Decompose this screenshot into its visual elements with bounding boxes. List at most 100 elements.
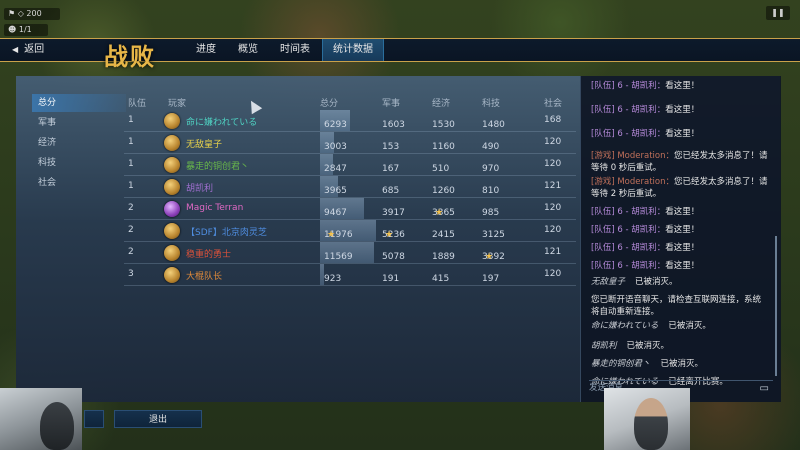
sidebar-item-tech[interactable]: 科技 bbox=[32, 154, 126, 172]
results-tabs: 进度 概览 时间表 统计数据 bbox=[186, 39, 386, 61]
star-icon: ★ bbox=[327, 230, 336, 240]
cell-team: 1 bbox=[128, 159, 134, 169]
population-counter: ☻ 1/1 bbox=[4, 24, 48, 36]
resource-value: 200 bbox=[26, 9, 42, 18]
table-row[interactable]: 2 【SDF】北京肉灵芝 11976 ★ 5236 ★ 2415 3125 120 bbox=[124, 220, 576, 242]
table-row[interactable]: 1 无敌皇子 3003 153 1160 490 120 bbox=[124, 132, 576, 154]
tab-statistics[interactable]: 统计数据 bbox=[322, 39, 384, 61]
chat-message-sender: [游戏] Moderation： bbox=[591, 177, 674, 187]
back-label: 返回 bbox=[24, 44, 45, 55]
cell-society: 120 bbox=[544, 137, 562, 147]
cell-society: 120 bbox=[544, 225, 562, 235]
cell-society: 121 bbox=[544, 247, 562, 257]
chat-message-text: 看这里！ bbox=[665, 207, 700, 217]
chat-message: [队伍] 6 - 胡凯利：看这里！ bbox=[591, 206, 769, 218]
cell-society: 120 bbox=[544, 203, 562, 213]
chat-message: [游戏] Moderation：您已经发太多消息了！请等待 0 秒后重试。 bbox=[591, 150, 769, 174]
cell-team: 2 bbox=[128, 203, 134, 213]
header-player[interactable]: 玩家 bbox=[168, 96, 186, 109]
table-row[interactable]: 3 大棍队长 923 191 415 197 120 bbox=[124, 264, 576, 286]
chat-message-sender: [队伍] 6 - 胡凯利： bbox=[591, 129, 666, 139]
chat-message-sender: [队伍] 6 - 胡凯利： bbox=[591, 207, 666, 217]
cell-team: 1 bbox=[128, 181, 134, 191]
table-row[interactable]: 2 Magic Terran 9467 3917 3365 ★ 985 120 bbox=[124, 198, 576, 220]
chat-panel: [队伍] 6 - 胡凯利：看这里！ [队伍] 6 - 胡凯利：看这里！ [队伍] 6… bbox=[580, 76, 781, 402]
chat-message-sender: [队伍] 6 - 胡凯利： bbox=[591, 261, 666, 271]
cell-player: 命に嫌われている bbox=[186, 118, 258, 128]
top-resource-bar: ⚑ ◇ 200 ☻ 1/1 ❚❚ bbox=[0, 0, 800, 38]
cell-society: 120 bbox=[544, 269, 562, 279]
chat-message: [队伍] 6 - 胡凯利：看这里！ bbox=[591, 260, 769, 272]
chat-message-text: 已被消灭。 bbox=[668, 321, 711, 331]
chat-message: [队伍] 6 - 胡凯利：看这里！ bbox=[591, 80, 769, 92]
cell-team: 1 bbox=[128, 137, 134, 147]
star-icon: ★ bbox=[385, 230, 394, 240]
tab-timeline[interactable]: 时间表 bbox=[270, 39, 320, 61]
chat-message-text: 看这里！ bbox=[665, 225, 700, 235]
chat-bubble-icon[interactable]: ▭ bbox=[760, 383, 769, 394]
table-row[interactable]: 1 暴走的铜创君丶 2847 167 510 970 120 bbox=[124, 154, 576, 176]
chat-message: 暴走的铜创君丶 已被消灭。 bbox=[591, 358, 769, 370]
star-icon: ★ bbox=[435, 208, 444, 218]
header-tech[interactable]: 科技 bbox=[482, 96, 500, 109]
chat-message: 无敌皇子 已被消灭。 bbox=[591, 276, 769, 288]
streamer-figure bbox=[40, 402, 74, 450]
rank-medal-icon bbox=[164, 245, 180, 261]
cell-team: 2 bbox=[128, 247, 134, 257]
header-society[interactable]: 社会 bbox=[544, 96, 562, 109]
chat-scrollbar[interactable] bbox=[775, 236, 777, 376]
chat-message-sender: 无敌皇子 bbox=[591, 277, 626, 287]
cell-player: Magic Terran bbox=[186, 203, 244, 213]
chat-message-sender: [队伍] 6 - 胡凯利： bbox=[591, 105, 666, 115]
table-row[interactable]: 1 命に嫌われている 6293 1603 1530 1480 168 bbox=[124, 110, 576, 132]
header-total[interactable]: 总分 bbox=[320, 96, 338, 109]
chat-message: [游戏] Moderation：您已经发太多消息了！请等待 2 秒后重试。 bbox=[591, 176, 769, 200]
header-economy[interactable]: 经济 bbox=[432, 96, 450, 109]
chat-message-text: 看这里！ bbox=[665, 81, 700, 91]
chat-message: [队伍] 6 - 胡凯利：看这里！ bbox=[591, 128, 769, 140]
chat-message-text: 看这里！ bbox=[665, 243, 700, 253]
chat-message-text: 看这里！ bbox=[665, 105, 700, 115]
chat-message: [队伍] 6 - 胡凯利：看这里！ bbox=[591, 224, 769, 236]
defeat-title: 战败 bbox=[104, 42, 156, 71]
rank-medal-icon bbox=[164, 179, 180, 195]
stats-category-sidebar: 总分 军事 经济 科技 社会 bbox=[32, 94, 126, 194]
resource-counter: ⚑ ◇ 200 bbox=[4, 8, 60, 20]
sidebar-item-society[interactable]: 社会 bbox=[32, 174, 126, 192]
chat-message: [队伍] 6 - 胡凯利：看这里！ bbox=[591, 242, 769, 254]
cell-society: 121 bbox=[544, 181, 562, 191]
back-button[interactable]: ◀ 返回 bbox=[12, 42, 44, 58]
cell-society: 120 bbox=[544, 159, 562, 169]
chat-message-text: 已被消灭。 bbox=[626, 341, 670, 351]
continue-button[interactable] bbox=[84, 410, 104, 428]
sidebar-item-total[interactable]: 总分 bbox=[32, 94, 126, 112]
star-icon: ★ bbox=[485, 252, 494, 262]
header-military[interactable]: 军事 bbox=[382, 96, 400, 109]
rank-medal-icon bbox=[164, 113, 180, 129]
table-row[interactable]: 1 胡凯利 3965 685 1260 810 121 bbox=[124, 176, 576, 198]
back-arrow-icon: ◀ bbox=[12, 45, 19, 54]
chat-message-sender: [队伍] 6 - 胡凯利： bbox=[591, 243, 666, 253]
table-header: 队伍 玩家 总分 军事 经济 科技 社会 bbox=[124, 94, 576, 110]
chat-message: [队伍] 6 - 胡凯利：看这里！ bbox=[591, 104, 769, 116]
results-header: ◀ 返回 战败 进度 概览 时间表 统计数据 bbox=[0, 38, 800, 71]
population-value: 1/1 bbox=[18, 25, 32, 34]
rank-medal-icon bbox=[164, 135, 180, 151]
cell-player: 【SDF】北京肉灵芝 bbox=[186, 228, 267, 238]
chat-message-text: 已被消灭。 bbox=[660, 359, 704, 369]
rank-medal-icon bbox=[164, 157, 180, 173]
chat-message: 您已断开语音聊天，请检查互联网连接，系统将自动重新连接。 bbox=[591, 294, 769, 318]
sidebar-item-economy[interactable]: 经济 bbox=[32, 134, 126, 152]
chat-message-text: 已被消灭。 bbox=[635, 277, 678, 287]
streamer-figure bbox=[634, 398, 668, 450]
pause-icon[interactable]: ❚❚ bbox=[766, 6, 790, 20]
table-row[interactable]: 2 稳重的勇士 11569 5078 1889 3392 ★ 121 bbox=[124, 242, 576, 264]
cell-team: 2 bbox=[128, 225, 134, 235]
cell-player: 稳重的勇士 bbox=[186, 250, 232, 260]
tab-overview[interactable]: 概览 bbox=[228, 39, 268, 61]
exit-button[interactable]: 退出 bbox=[114, 410, 202, 428]
header-team[interactable]: 队伍 bbox=[128, 96, 146, 109]
cell-society: 168 bbox=[544, 115, 562, 125]
sidebar-item-military[interactable]: 军事 bbox=[32, 114, 126, 132]
tab-progress[interactable]: 进度 bbox=[186, 39, 226, 61]
